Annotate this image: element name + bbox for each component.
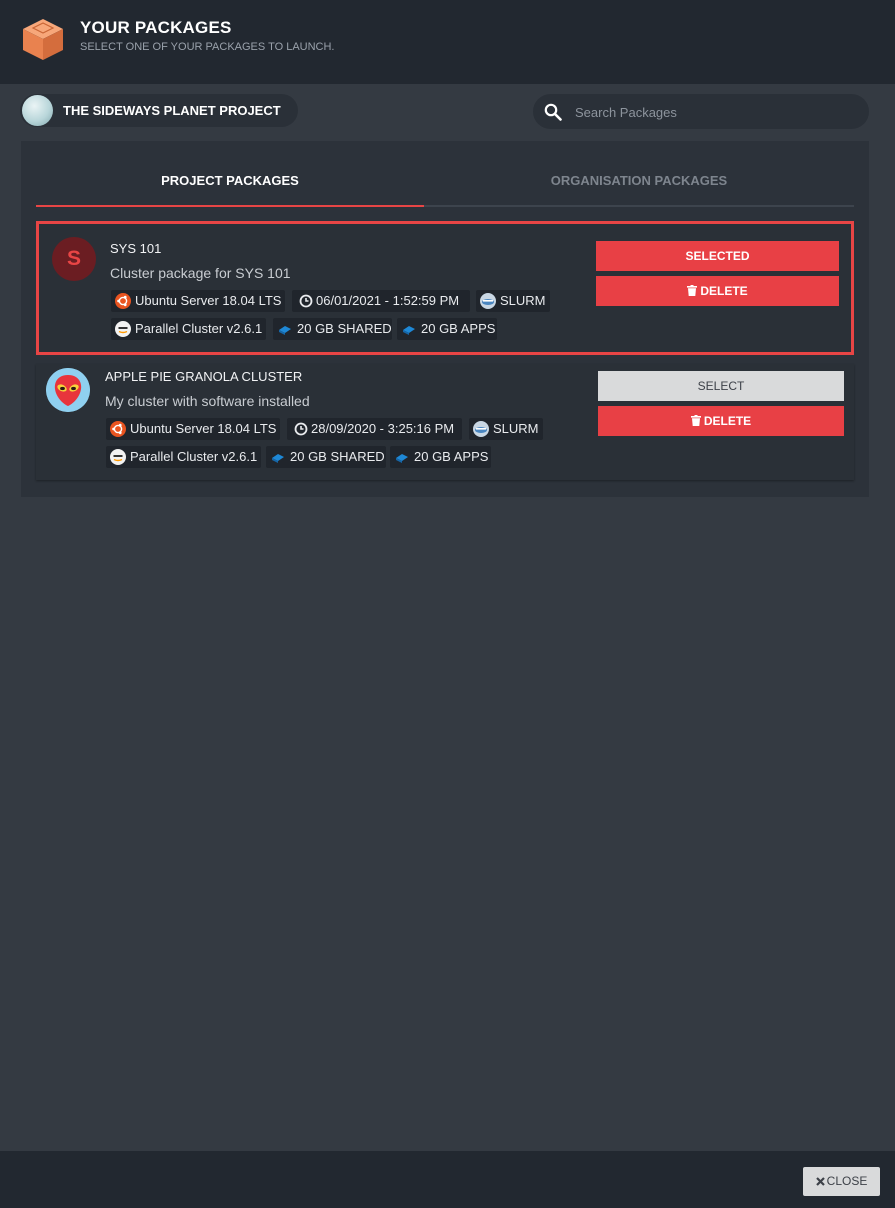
clock-icon (299, 294, 313, 308)
date-label: 28/09/2020 - 3:25:16 PM (311, 421, 455, 436)
cluster-tag: Parallel Cluster v2.6.1 (106, 446, 261, 468)
storage-icon (272, 454, 284, 463)
package-avatar: S (52, 237, 96, 281)
cluster-label: Parallel Cluster v2.6.1 (130, 449, 258, 464)
delete-button[interactable]: DELETE (598, 406, 844, 436)
scheduler-label: SLURM (493, 421, 539, 436)
ubuntu-icon (115, 293, 131, 309)
aws-icon (110, 449, 126, 465)
search-box (533, 94, 869, 131)
ubuntu-icon (110, 421, 126, 437)
tab-organisation-packages[interactable]: ORGANISATION PACKAGES (424, 141, 854, 207)
cluster-label: Parallel Cluster v2.6.1 (135, 321, 263, 336)
selected-button[interactable]: SELECTED (596, 241, 839, 271)
scheduler-tag: SLURM (469, 418, 543, 440)
package-tabs: PROJECT PACKAGES ORGANISATION PACKAGES (36, 141, 854, 207)
delete-button[interactable]: DELETE (596, 276, 839, 306)
search-icon (544, 103, 562, 121)
package-name: SYS 101 (110, 241, 162, 256)
scheduler-tag: SLURM (476, 290, 550, 312)
slurm-icon (473, 421, 489, 437)
package-description: My cluster with software installed (105, 393, 310, 409)
close-label: CLOSE (826, 1174, 868, 1188)
aws-icon (115, 321, 131, 337)
project-selector[interactable]: THE SIDEWAYS PLANET PROJECT (20, 94, 298, 127)
apps-storage-tag: 20 GB APPS (397, 318, 497, 340)
slurm-icon (480, 293, 496, 309)
shared-storage-label: 20 GB SHARED (290, 449, 385, 464)
trash-icon (687, 285, 698, 296)
close-button[interactable]: CLOSE (803, 1167, 880, 1196)
shared-storage-tag: 20 GB SHARED (266, 446, 386, 468)
modal-header: YOUR PACKAGES SELECT ONE OF YOUR PACKAGE… (0, 0, 895, 84)
tab-project-packages[interactable]: PROJECT PACKAGES (36, 141, 424, 207)
trash-icon (690, 415, 701, 426)
shared-storage-label: 20 GB SHARED (297, 321, 392, 336)
package-box-icon (23, 19, 63, 60)
close-icon (815, 1177, 825, 1186)
os-label: Ubuntu Server 18.04 LTS (135, 293, 282, 308)
delete-label: DELETE (703, 414, 752, 428)
os-tag: Ubuntu Server 18.04 LTS (111, 290, 285, 312)
scheduler-label: SLURM (500, 293, 546, 308)
package-name: APPLE PIE GRANOLA CLUSTER (105, 369, 303, 384)
apps-storage-label: 20 GB APPS (421, 321, 496, 336)
shared-storage-tag: 20 GB SHARED (273, 318, 392, 340)
storage-icon (403, 326, 415, 335)
os-tag: Ubuntu Server 18.04 LTS (106, 418, 280, 440)
planet-orb-icon (22, 95, 53, 126)
search-input[interactable] (573, 94, 857, 131)
page-title: YOUR PACKAGES (80, 18, 232, 37)
select-button[interactable]: SELECT (598, 371, 844, 401)
date-tag: 06/01/2021 - 1:52:59 PM (292, 290, 470, 312)
os-label: Ubuntu Server 18.04 LTS (130, 421, 277, 436)
apps-storage-tag: 20 GB APPS (390, 446, 491, 468)
page-subtitle: SELECT ONE OF YOUR PACKAGES TO LAUNCH. (80, 41, 335, 53)
date-label: 06/01/2021 - 1:52:59 PM (316, 293, 460, 308)
storage-icon (279, 326, 291, 335)
alien-icon (46, 368, 90, 412)
package-card-apple-pie[interactable]: APPLE PIE GRANOLA CLUSTER My cluster wit… (36, 364, 854, 480)
cluster-tag: Parallel Cluster v2.6.1 (111, 318, 266, 340)
clock-icon (294, 422, 308, 436)
package-card-sys101[interactable]: S SYS 101 Cluster package for SYS 101 Ub… (36, 221, 854, 355)
delete-label: DELETE (700, 284, 748, 298)
package-description: Cluster package for SYS 101 (110, 265, 291, 281)
date-tag: 28/09/2020 - 3:25:16 PM (287, 418, 462, 440)
apps-storage-label: 20 GB APPS (414, 449, 489, 464)
modal-footer: CLOSE (0, 1151, 895, 1208)
storage-icon (396, 454, 408, 463)
project-name: THE SIDEWAYS PLANET PROJECT (63, 103, 281, 118)
